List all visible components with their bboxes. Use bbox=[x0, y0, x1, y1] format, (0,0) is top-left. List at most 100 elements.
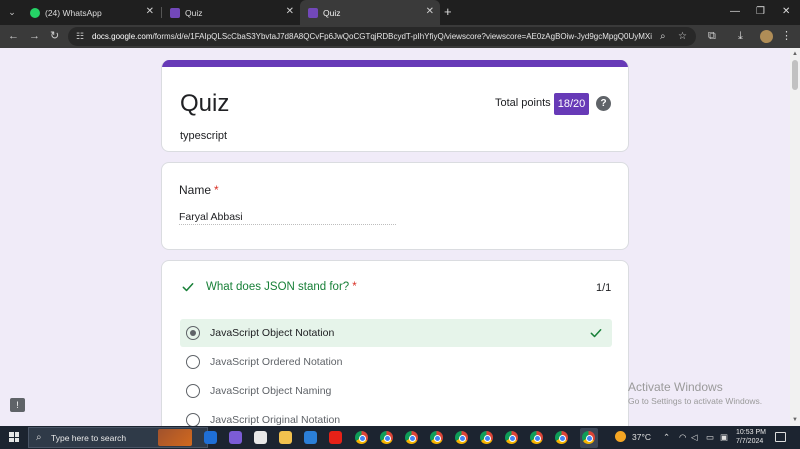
close-tab-icon[interactable]: ✕ bbox=[286, 7, 294, 17]
option: JavaScript Original Notation bbox=[180, 406, 612, 426]
whatsapp-icon bbox=[30, 7, 40, 18]
close-tab-icon[interactable]: ✕ bbox=[426, 7, 434, 17]
clock-time: 10:53 PM bbox=[736, 429, 766, 436]
help-icon[interactable]: ? bbox=[596, 96, 611, 111]
edge-icon[interactable] bbox=[204, 431, 217, 444]
option: JavaScript Object Naming bbox=[180, 377, 612, 405]
scroll-down-icon[interactable]: ▼ bbox=[791, 416, 799, 424]
name-answer: Faryal Abbasi bbox=[179, 211, 243, 223]
browser-toolbar: ← → ↻ ☷ docs.google.com/forms/d/e/1FAIpQ… bbox=[0, 25, 800, 48]
minimize-icon[interactable]: — bbox=[730, 5, 740, 19]
question-card: What does JSON stand for? * 1/1 JavaScrip… bbox=[161, 260, 629, 426]
option: JavaScript Ordered Notation bbox=[180, 348, 612, 376]
option-label: JavaScript Original Notation bbox=[210, 414, 341, 426]
zoom-icon[interactable]: ⌕ bbox=[660, 31, 666, 42]
back-icon[interactable]: ← bbox=[8, 29, 19, 43]
chrome-icon[interactable] bbox=[555, 431, 568, 444]
form-header-card: Quiz typescript Total points 18/20 ? bbox=[161, 60, 629, 152]
chrome-icon-active[interactable] bbox=[582, 431, 595, 444]
activate-windows-watermark: Activate Windows Go to Settings to activ… bbox=[628, 380, 762, 406]
reload-icon[interactable]: ↻ bbox=[50, 29, 59, 43]
weather-icon[interactable] bbox=[615, 431, 626, 442]
site-info-icon[interactable]: ☷ bbox=[76, 31, 87, 42]
required-asterisk: * bbox=[214, 183, 219, 197]
bookmark-star-icon[interactable]: ☆ bbox=[678, 31, 687, 42]
answer-underline bbox=[179, 224, 396, 225]
chrome-icon[interactable] bbox=[455, 431, 468, 444]
weather-temp[interactable]: 37°C bbox=[632, 432, 651, 443]
search-icon: ⌕ bbox=[36, 432, 42, 443]
chrome-icon[interactable] bbox=[380, 431, 393, 444]
total-points-badge: 18/20 bbox=[554, 93, 589, 115]
form-page: Quiz typescript Total points 18/20 ? Nam… bbox=[0, 48, 790, 426]
extensions-icon[interactable]: ⧉ bbox=[708, 29, 716, 43]
search-placeholder: Type here to search bbox=[51, 433, 127, 443]
browser-tab-bar: ⌄ (24) WhatsApp ✕ Quiz ✕ Quiz ✕ + — ❐ ✕ bbox=[0, 0, 800, 25]
tab-search-icon[interactable]: ⌄ bbox=[4, 4, 20, 20]
chrome-icon[interactable] bbox=[355, 431, 368, 444]
chrome-icon[interactable] bbox=[430, 431, 443, 444]
new-tab-button[interactable]: + bbox=[444, 4, 452, 20]
kebab-menu-icon[interactable]: ⋮ bbox=[781, 29, 792, 43]
option-label: JavaScript Object Naming bbox=[210, 385, 332, 397]
close-window-icon[interactable]: ✕ bbox=[782, 5, 790, 19]
notifications-icon[interactable] bbox=[775, 432, 786, 442]
file-explorer-icon[interactable] bbox=[279, 431, 292, 444]
chrome-icon[interactable] bbox=[505, 431, 518, 444]
page-scrollbar[interactable]: ▲ ▼ bbox=[790, 48, 800, 426]
tab-title: Quiz bbox=[323, 7, 341, 18]
windows-start-icon[interactable] bbox=[9, 432, 19, 442]
taskbar-clock[interactable]: 10:53 PM 7/7/2024 bbox=[736, 428, 766, 446]
chrome-icon[interactable] bbox=[480, 431, 493, 444]
network-icon[interactable]: ◠ bbox=[679, 432, 686, 443]
tab-title: Quiz bbox=[185, 7, 203, 18]
google-forms-icon bbox=[170, 7, 180, 18]
radio-button bbox=[186, 384, 200, 398]
forward-icon[interactable]: → bbox=[29, 29, 40, 43]
restore-icon[interactable]: ❐ bbox=[756, 5, 765, 19]
profile-avatar[interactable] bbox=[760, 30, 773, 43]
question-score: 1/1 bbox=[596, 282, 612, 294]
total-points-label: Total points bbox=[495, 97, 551, 109]
watermark-title: Activate Windows bbox=[628, 380, 723, 394]
battery-icon[interactable]: ▭ bbox=[706, 432, 714, 443]
close-tab-icon[interactable]: ✕ bbox=[146, 7, 154, 17]
vscode-icon[interactable] bbox=[304, 431, 317, 444]
app-icon[interactable] bbox=[229, 431, 242, 444]
name-question-card: Name * Faryal Abbasi bbox=[161, 162, 629, 250]
watermark-subtitle: Go to Settings to activate Windows. bbox=[628, 396, 763, 406]
youtube-icon[interactable] bbox=[329, 431, 342, 444]
correct-check-icon bbox=[182, 283, 194, 292]
required-asterisk: * bbox=[352, 281, 357, 293]
chrome-icon[interactable] bbox=[530, 431, 543, 444]
tab-quiz-active[interactable]: Quiz ✕ bbox=[300, 0, 440, 25]
option-label: JavaScript Object Notation bbox=[210, 327, 335, 339]
google-forms-icon bbox=[308, 7, 318, 18]
correct-check-icon bbox=[590, 329, 602, 338]
store-icon[interactable] bbox=[254, 431, 267, 444]
radio-button bbox=[186, 355, 200, 369]
download-icon[interactable]: ⤓ bbox=[738, 29, 743, 43]
scroll-up-icon[interactable]: ▲ bbox=[791, 50, 799, 58]
radio-button-selected bbox=[186, 326, 200, 340]
clock-date: 7/7/2024 bbox=[736, 438, 764, 445]
windows-taskbar: ⌕ Type here to search 37°C ⌃ ◠ ◁ ▭ ▣ 10:… bbox=[0, 426, 800, 449]
question-text: What does JSON stand for? * bbox=[206, 281, 357, 293]
url-text[interactable]: docs.google.com/forms/d/e/1FAIpQLScCbaS3… bbox=[92, 31, 652, 42]
option-correct-selected: JavaScript Object Notation bbox=[180, 319, 612, 347]
name-question-label: Name * bbox=[179, 183, 219, 197]
scroll-thumb[interactable] bbox=[792, 60, 798, 90]
tray-chevron-icon[interactable]: ⌃ bbox=[663, 432, 670, 443]
option-label: JavaScript Ordered Notation bbox=[210, 356, 343, 368]
tab-title: (24) WhatsApp bbox=[45, 7, 102, 18]
feedback-icon[interactable]: ! bbox=[10, 398, 25, 412]
language-icon[interactable]: ▣ bbox=[720, 432, 728, 443]
search-highlight-image[interactable] bbox=[158, 429, 192, 446]
tab-whatsapp[interactable]: (24) WhatsApp ✕ bbox=[22, 0, 160, 25]
radio-button bbox=[186, 413, 200, 426]
address-bar[interactable]: ☷ docs.google.com/forms/d/e/1FAIpQLScCba… bbox=[68, 27, 696, 46]
form-description: typescript bbox=[180, 130, 228, 142]
volume-icon[interactable]: ◁ bbox=[691, 432, 698, 443]
tab-quiz[interactable]: Quiz ✕ bbox=[162, 0, 300, 25]
chrome-icon[interactable] bbox=[405, 431, 418, 444]
